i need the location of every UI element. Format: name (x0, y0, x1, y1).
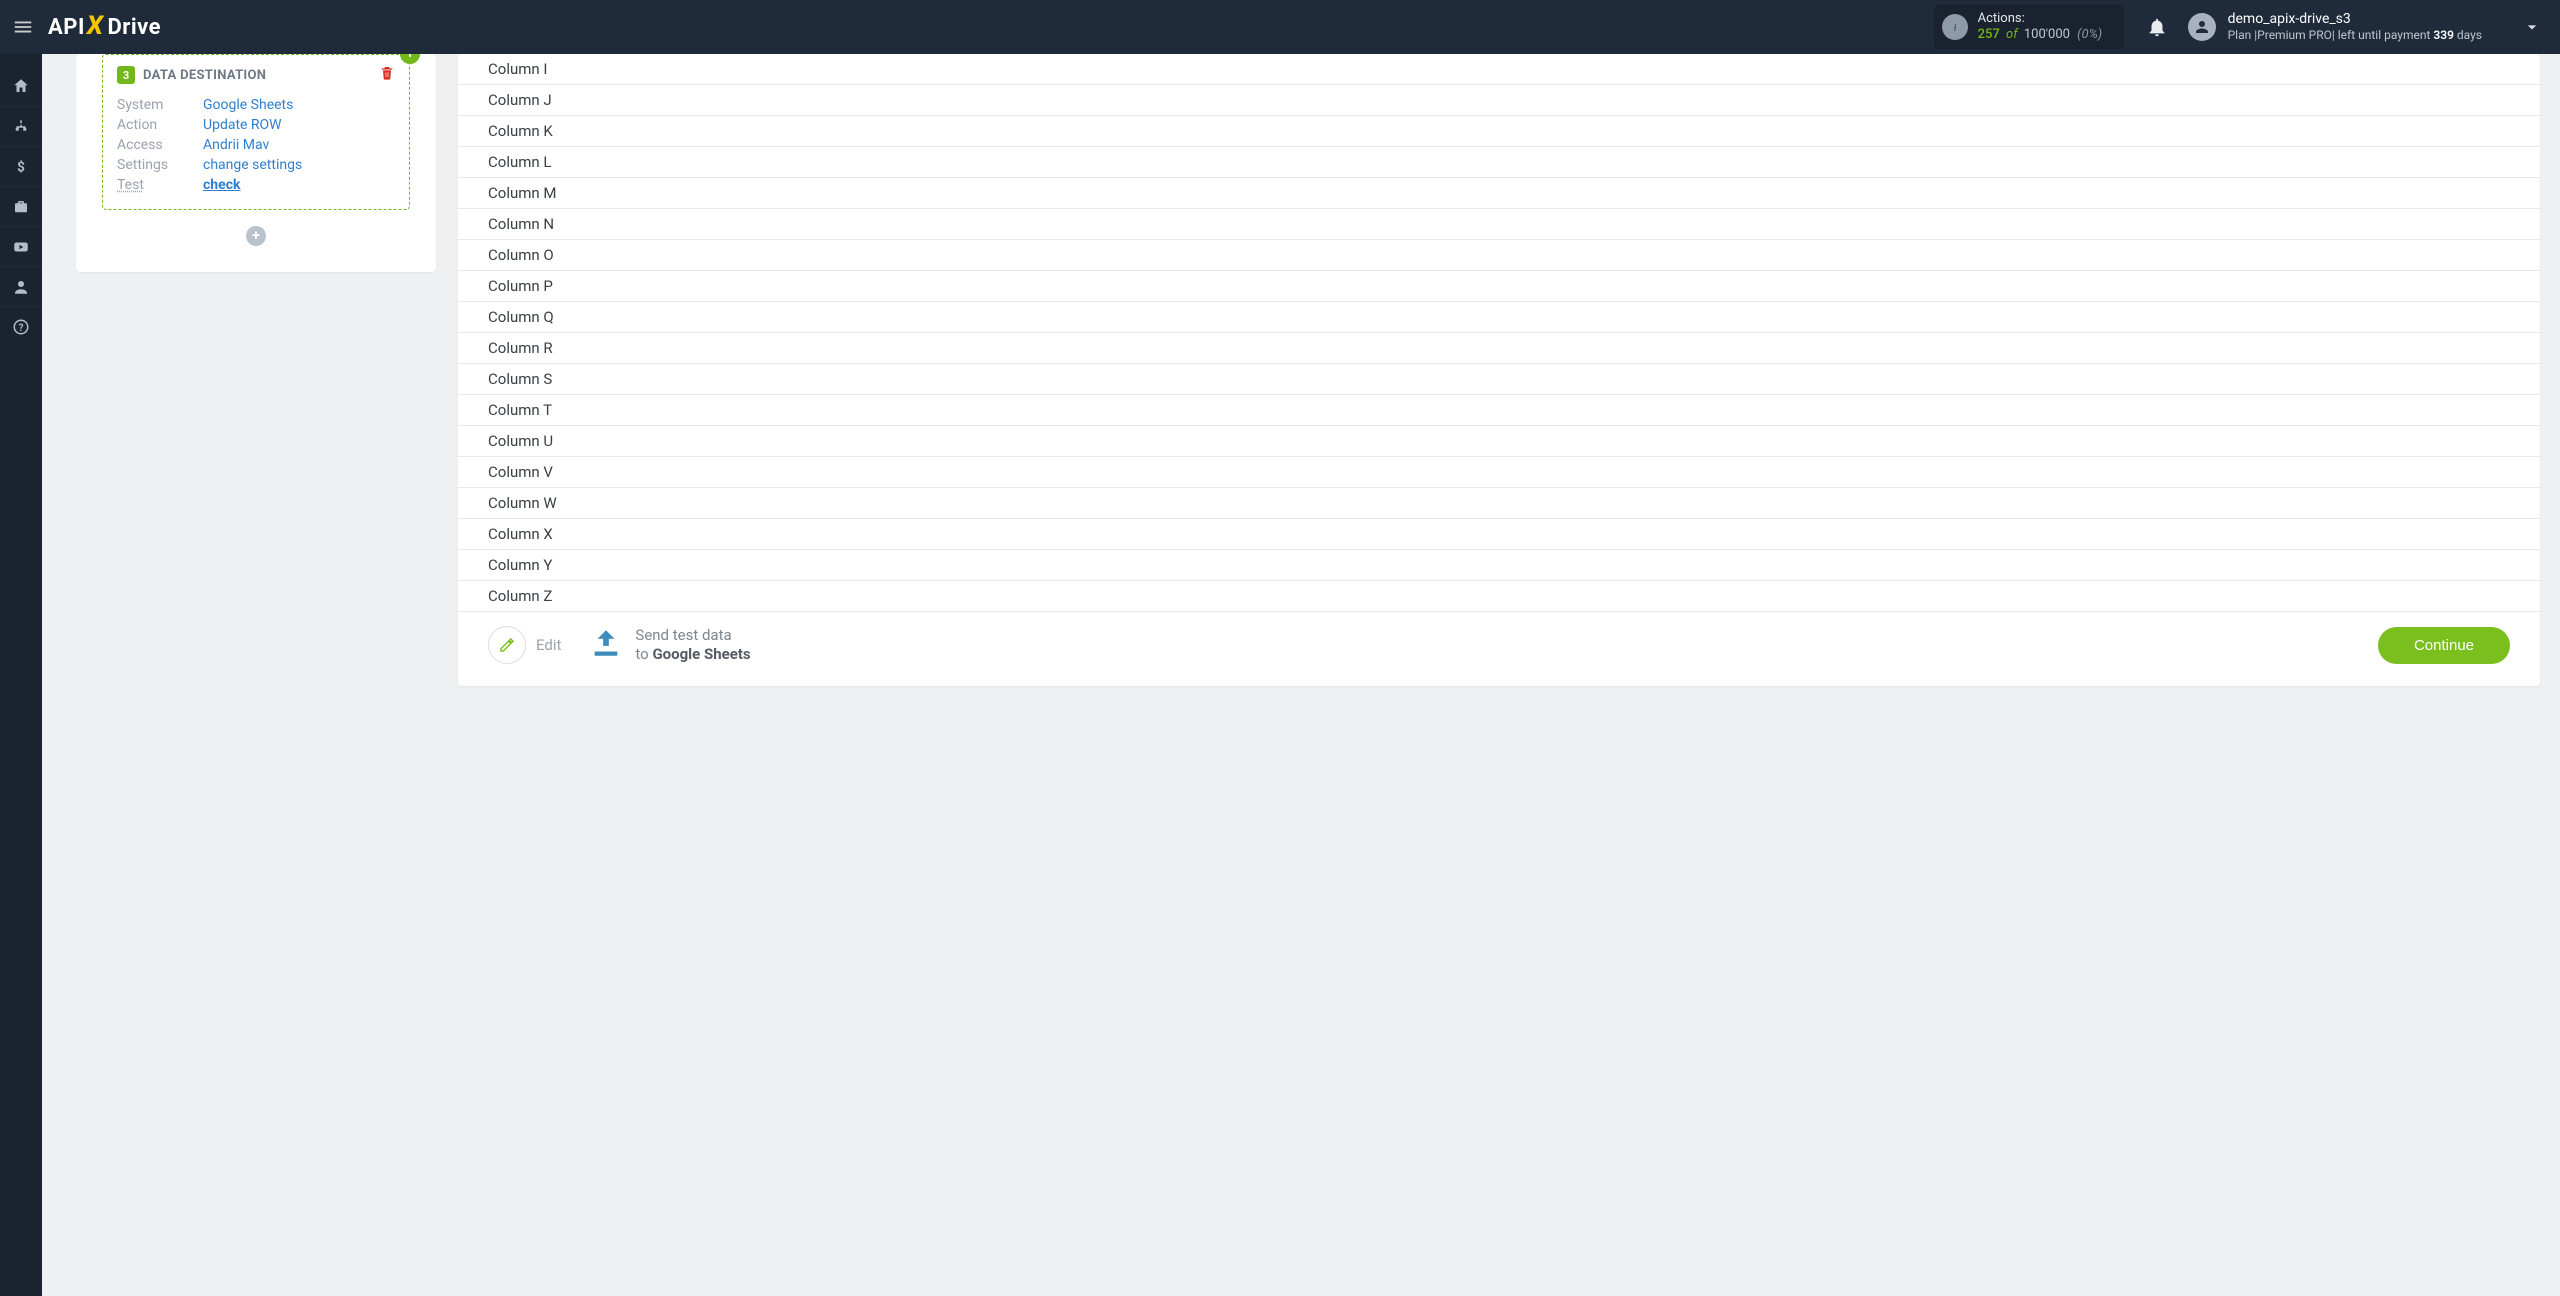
column-row[interactable]: Column S (458, 364, 2540, 395)
column-row[interactable]: Column W (458, 488, 2540, 519)
brand-part2: X (87, 11, 104, 41)
column-row[interactable]: Column Y (458, 550, 2540, 581)
user-menu[interactable]: demo_apix-drive_s3 Plan |Premium PRO| le… (2188, 11, 2542, 44)
column-row[interactable]: Column R (458, 333, 2540, 364)
briefcase-icon (12, 198, 30, 216)
actions-text: Actions: 257 of 100'000 (0%) (1978, 11, 2103, 42)
label-settings: Settings (117, 157, 203, 173)
send-test-data-button[interactable]: Send test data to Google Sheets (589, 626, 750, 664)
value-access[interactable]: Andrii Mav (203, 137, 269, 153)
send-line1: Send test data (635, 626, 750, 645)
nav-integrations[interactable] (0, 106, 42, 146)
column-row[interactable]: Column Z (458, 581, 2540, 612)
main: + 3 DATA DESTINATION System Google Sheet… (42, 54, 2560, 1296)
sitemap-icon (12, 118, 30, 136)
column-row[interactable]: Column L (458, 147, 2540, 178)
actions-percent: (0%) (2077, 27, 2102, 42)
row-test: Test check (117, 175, 395, 195)
menu-toggle[interactable] (10, 14, 36, 40)
svg-text:?: ? (19, 322, 24, 333)
delete-destination-button[interactable] (379, 65, 395, 85)
pencil-icon (498, 636, 516, 654)
shell: $ ? + 3 DATA DESTINATION System (0, 54, 2560, 1296)
send-text: Send test data to Google Sheets (635, 626, 750, 664)
card-columns: Column IColumn JColumn KColumn LColumn M… (458, 54, 2540, 686)
actions-box[interactable]: i Actions: 257 of 100'000 (0%) (1934, 5, 2124, 48)
home-icon (12, 77, 30, 95)
upload-icon (589, 626, 623, 664)
actions-of: of (2006, 27, 2018, 42)
label-action: Action (117, 117, 203, 133)
edit-label: Edit (536, 636, 561, 654)
step-number: 3 (117, 66, 135, 84)
svg-text:i: i (1953, 23, 1956, 33)
actions-count: 257 (1978, 27, 2000, 42)
svg-text:$: $ (17, 159, 25, 175)
user-icon (12, 278, 30, 296)
column-row[interactable]: Column K (458, 116, 2540, 147)
actions-label: Actions: (1978, 11, 2103, 27)
column-row[interactable]: Column P (458, 271, 2540, 302)
youtube-icon (12, 238, 30, 256)
column-row[interactable]: Column M (458, 178, 2540, 209)
row-settings: Settings change settings (117, 155, 395, 175)
column-row[interactable]: Column I (458, 54, 2540, 85)
info-icon: i (1942, 14, 1968, 40)
chevron-down-icon[interactable] (2522, 17, 2542, 37)
label-test: Test (117, 177, 203, 193)
value-system[interactable]: Google Sheets (203, 97, 293, 113)
topbar: API X Drive i Actions: 257 of 100'000 (0… (0, 0, 2560, 54)
value-settings[interactable]: change settings (203, 157, 302, 173)
column-row[interactable]: Column O (458, 240, 2540, 271)
column-row[interactable]: Column Q (458, 302, 2540, 333)
nav-home[interactable] (0, 66, 42, 106)
nav-briefcase[interactable] (0, 186, 42, 226)
column-row[interactable]: Column T (458, 395, 2540, 426)
user-plan: Plan |Premium PRO| left until payment 33… (2228, 28, 2482, 43)
row-action: Action Update ROW (117, 115, 395, 135)
brand-part3: Drive (107, 15, 161, 40)
brand-part1: API (48, 15, 85, 40)
label-access: Access (117, 137, 203, 153)
user-name: demo_apix-drive_s3 (2228, 11, 2482, 29)
row-system: System Google Sheets (117, 95, 395, 115)
sidenav: $ ? (0, 54, 42, 1296)
nav-billing[interactable]: $ (0, 146, 42, 186)
dollar-icon: $ (12, 158, 30, 176)
column-row[interactable]: Column J (458, 85, 2540, 116)
nav-video[interactable] (0, 226, 42, 266)
destination-title: DATA DESTINATION (143, 68, 266, 83)
actions-limit: 100'000 (2024, 27, 2070, 42)
edit-icon-circle (488, 626, 526, 664)
user-block: demo_apix-drive_s3 Plan |Premium PRO| le… (2228, 11, 2482, 44)
edit-button[interactable]: Edit (488, 626, 561, 664)
column-list: Column IColumn JColumn KColumn LColumn M… (458, 54, 2540, 612)
value-test[interactable]: check (203, 177, 240, 193)
help-icon: ? (12, 318, 30, 336)
column-row[interactable]: Column U (458, 426, 2540, 457)
column-row[interactable]: Column X (458, 519, 2540, 550)
value-action[interactable]: Update ROW (203, 117, 282, 133)
nav-account[interactable] (0, 266, 42, 306)
action-bar: Edit Send test data to Google Sheets Con… (458, 612, 2540, 670)
destination-properties: System Google Sheets Action Update ROW A… (117, 95, 395, 195)
hamburger-icon (12, 16, 34, 38)
column-row[interactable]: Column V (458, 457, 2540, 488)
brand-logo[interactable]: API X Drive (48, 12, 161, 42)
destination-header: 3 DATA DESTINATION (117, 65, 395, 85)
column-row[interactable]: Column N (458, 209, 2540, 240)
avatar-icon (2188, 13, 2216, 41)
continue-button[interactable]: Continue (2378, 627, 2510, 664)
trash-icon (379, 65, 395, 81)
notifications-icon[interactable] (2146, 16, 2168, 38)
destination-box: + 3 DATA DESTINATION System Google Sheet… (102, 54, 410, 210)
add-step-below-button[interactable]: + (246, 226, 266, 246)
nav-help[interactable]: ? (0, 306, 42, 346)
row-access: Access Andrii Mav (117, 135, 395, 155)
send-line2: to Google Sheets (635, 645, 750, 664)
card-destination-summary: + 3 DATA DESTINATION System Google Sheet… (76, 54, 436, 272)
label-system: System (117, 97, 203, 113)
